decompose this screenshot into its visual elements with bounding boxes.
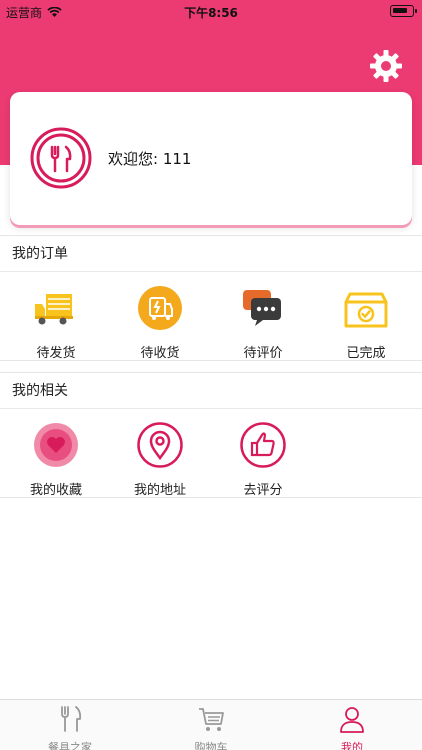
related-label: 我的收藏 xyxy=(29,483,82,498)
welcome-text: 欢迎您: 111 xyxy=(108,150,192,168)
section-title: 我的订单 xyxy=(0,236,422,272)
section-title: 我的相关 xyxy=(0,373,422,409)
go-rate[interactable]: 去评分 xyxy=(223,421,303,498)
bottom-tab-bar: 餐具之家 购物车 我的 xyxy=(0,699,422,750)
receive-package-icon xyxy=(138,286,182,330)
my-orders-section: 我的订单 待发货 待收货 待评价 已完成 xyxy=(0,235,422,361)
person-icon xyxy=(340,707,364,733)
thumbs-up-icon xyxy=(240,422,286,468)
order-label: 待评价 xyxy=(243,346,283,361)
order-completed[interactable]: 已完成 xyxy=(326,284,406,361)
delivery-truck-icon xyxy=(35,294,73,325)
my-address[interactable]: 我的地址 xyxy=(120,421,200,498)
tab-label: 我的 xyxy=(341,741,363,750)
related-label: 我的地址 xyxy=(133,483,186,498)
location-pin-icon xyxy=(137,422,183,468)
tab-label: 餐具之家 xyxy=(48,741,92,750)
restaurant-logo-avatar[interactable] xyxy=(30,127,92,189)
settings-gear-icon[interactable] xyxy=(368,48,404,84)
tab-mine[interactable]: 我的 xyxy=(307,704,397,750)
my-favorites[interactable]: 我的收藏 xyxy=(16,421,96,498)
status-bar: 运营商 下午8:56 xyxy=(0,0,422,22)
order-pending-shipment[interactable]: 待发货 xyxy=(16,284,96,361)
tab-cart[interactable]: 购物车 xyxy=(166,704,256,750)
cart-icon xyxy=(199,708,224,731)
clock: 下午8:56 xyxy=(184,6,238,20)
related-label: 去评分 xyxy=(243,483,283,498)
order-pending-receipt[interactable]: 待收货 xyxy=(120,284,200,361)
fork-knife-icon xyxy=(61,706,82,732)
my-related-section: 我的相关 我的收藏 我的地址 去评分 xyxy=(0,372,422,498)
order-label: 待收货 xyxy=(140,346,180,361)
tab-home[interactable]: 餐具之家 xyxy=(25,704,115,750)
order-label: 已完成 xyxy=(346,346,386,361)
order-label: 待发货 xyxy=(36,346,76,361)
order-pending-review[interactable]: 待评价 xyxy=(223,284,303,361)
battery-icon xyxy=(390,5,417,17)
completed-box-icon xyxy=(344,292,388,328)
tab-label: 购物车 xyxy=(194,741,228,750)
review-chat-icon xyxy=(243,290,281,326)
battery-level xyxy=(393,8,407,13)
heart-icon xyxy=(34,423,78,467)
profile-card: 欢迎您: 111 xyxy=(10,92,412,225)
